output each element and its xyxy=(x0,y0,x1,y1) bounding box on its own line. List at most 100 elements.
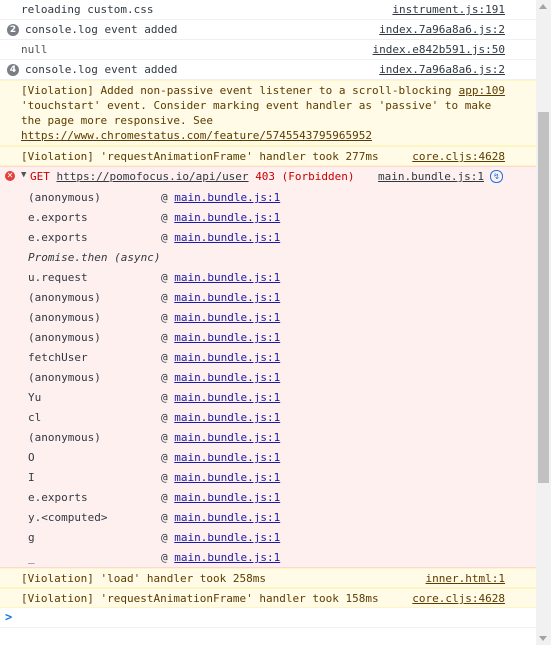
frame-function-name: u.request xyxy=(28,271,88,284)
frame-source-link[interactable]: main.bundle.js:1 xyxy=(174,391,280,404)
frame-function-name: cl xyxy=(28,411,42,424)
request-url-link[interactable]: https://pomofocus.io/api/user xyxy=(57,170,249,183)
frame-source-link[interactable]: main.bundle.js:1 xyxy=(174,311,280,324)
console-prompt[interactable]: > xyxy=(0,608,536,628)
repeat-count-badge: 2 xyxy=(7,24,19,36)
violation-warning-row: [Violation] 'load' handler took 258ms in… xyxy=(0,568,536,588)
frame-location: @ main.bundle.js:1 xyxy=(161,211,280,224)
source-link[interactable]: index.7a96a8a6.js:2 xyxy=(379,23,505,36)
vertical-scrollbar[interactable] xyxy=(536,0,551,645)
frame-source-link[interactable]: main.bundle.js:1 xyxy=(174,191,280,204)
violation-warning-row: [Violation] 'requestAnimationFrame' hand… xyxy=(0,588,536,608)
error-text: GET https://pomofocus.io/api/user 403 (F… xyxy=(30,170,355,183)
stack-frame: g @ main.bundle.js:1 xyxy=(0,527,536,547)
frame-location: @ main.bundle.js:1 xyxy=(161,271,280,284)
frame-function-name: fetchUser xyxy=(28,351,88,364)
frame-source-link[interactable]: main.bundle.js:1 xyxy=(174,371,280,384)
stack-frame: O @ main.bundle.js:1 xyxy=(0,447,536,467)
console-panel[interactable]: reloading custom.css instrument.js:191 2… xyxy=(0,0,536,645)
frame-source-link[interactable]: main.bundle.js:1 xyxy=(174,231,280,244)
stack-frame: (anonymous) @ main.bundle.js:1 xyxy=(0,427,536,447)
at-sign: @ xyxy=(161,391,168,404)
frame-function-name: (anonymous) xyxy=(28,431,101,444)
frame-source-link[interactable]: main.bundle.js:1 xyxy=(174,351,280,364)
repeat-count-badge: 4 xyxy=(7,64,19,76)
violation-text: [Violation] Added non-passive event list… xyxy=(21,83,509,143)
stack-frame: (anonymous) @ main.bundle.js:1 xyxy=(0,367,536,387)
at-sign: @ xyxy=(161,451,168,464)
scroll-up-arrow-icon[interactable] xyxy=(539,4,547,9)
frame-function-name: Yu xyxy=(28,391,42,404)
frame-source-link[interactable]: main.bundle.js:1 xyxy=(174,451,280,464)
at-sign: @ xyxy=(161,271,168,284)
stack-frame: (anonymous) @ main.bundle.js:1 xyxy=(0,327,536,347)
frame-source-link[interactable]: main.bundle.js:1 xyxy=(174,471,280,484)
violation-warning-row: [Violation] 'requestAnimationFrame' hand… xyxy=(0,146,536,166)
at-sign: @ xyxy=(161,471,168,484)
source-link[interactable]: core.cljs:4628 xyxy=(412,592,505,605)
frame-location: @ main.bundle.js:1 xyxy=(161,551,280,564)
stack-frame: cl @ main.bundle.js:1 xyxy=(0,407,536,427)
frame-source-link[interactable]: main.bundle.js:1 xyxy=(174,491,280,504)
log-message-row: reloading custom.css instrument.js:191 xyxy=(0,0,536,20)
stack-frame: e.exports @ main.bundle.js:1 xyxy=(0,487,536,507)
frame-source-link[interactable]: main.bundle.js:1 xyxy=(174,331,280,344)
at-sign: @ xyxy=(161,431,168,444)
frame-function-name: (anonymous) xyxy=(28,331,101,344)
source-link[interactable]: index.e842b591.js:50 xyxy=(373,43,505,56)
source-link[interactable]: core.cljs:4628 xyxy=(412,150,505,163)
at-sign: @ xyxy=(161,191,168,204)
log-message-row: 2 console.log event added index.7a96a8a6… xyxy=(0,20,536,40)
frame-source-link[interactable]: main.bundle.js:1 xyxy=(174,411,280,424)
at-sign: @ xyxy=(161,411,168,424)
source-link[interactable]: app:109 xyxy=(459,83,505,98)
frame-source-link[interactable]: main.bundle.js:1 xyxy=(174,531,280,544)
source-link[interactable]: index.7a96a8a6.js:2 xyxy=(379,63,505,76)
violation-text: [Violation] 'requestAnimationFrame' hand… xyxy=(21,592,379,605)
log-text: console.log event added xyxy=(25,63,178,76)
scroll-down-arrow-icon[interactable] xyxy=(539,636,547,641)
log-message-row: null index.e842b591.js:50 xyxy=(0,40,536,60)
status-text: 403 (Forbidden) xyxy=(255,170,355,183)
frame-source-link[interactable]: main.bundle.js:1 xyxy=(174,431,280,444)
error-message-group: ✕ ▼ GET https://pomofocus.io/api/user 40… xyxy=(0,166,536,568)
network-request-icon[interactable]: ↯ xyxy=(490,170,503,183)
frame-source-link[interactable]: main.bundle.js:1 xyxy=(174,211,280,224)
violation-text: [Violation] 'requestAnimationFrame' hand… xyxy=(21,150,379,163)
scrollbar-thumb[interactable] xyxy=(538,112,549,483)
stack-frame: e.exports @ main.bundle.js:1 xyxy=(0,227,536,247)
error-header[interactable]: ✕ ▼ GET https://pomofocus.io/api/user 40… xyxy=(0,167,536,187)
frame-location: @ main.bundle.js:1 xyxy=(161,191,280,204)
stack-frame: (anonymous) @ main.bundle.js:1 xyxy=(0,307,536,327)
frame-function-name: e.exports xyxy=(28,491,88,504)
at-sign: @ xyxy=(161,291,168,304)
violation-warning-row: [Violation] Added non-passive event list… xyxy=(0,80,536,146)
frame-location: @ main.bundle.js:1 xyxy=(161,411,280,424)
stack-frame: y.<computed> @ main.bundle.js:1 xyxy=(0,507,536,527)
frame-function-name: (anonymous) xyxy=(28,191,101,204)
stack-frame: e.exports @ main.bundle.js:1 xyxy=(0,207,536,227)
frame-function-name: I xyxy=(28,471,35,484)
frame-location: @ main.bundle.js:1 xyxy=(161,391,280,404)
source-link[interactable]: inner.html:1 xyxy=(426,572,505,585)
frame-location: @ main.bundle.js:1 xyxy=(161,371,280,384)
stack-frame: Promise.then (async) xyxy=(0,247,536,267)
frame-source-link[interactable]: main.bundle.js:1 xyxy=(174,291,280,304)
frame-location: @ main.bundle.js:1 xyxy=(161,351,280,364)
frame-location: @ main.bundle.js:1 xyxy=(161,331,280,344)
stack-trace: (anonymous) @ main.bundle.js:1 e.exports @ … xyxy=(0,187,536,567)
frame-location: @ main.bundle.js:1 xyxy=(161,451,280,464)
chromestatus-link[interactable]: https://www.chromestatus.com/feature/574… xyxy=(21,129,372,142)
at-sign: @ xyxy=(161,531,168,544)
triangle-down-icon[interactable]: ▼ xyxy=(21,170,26,180)
frame-source-link[interactable]: main.bundle.js:1 xyxy=(174,511,280,524)
at-sign: @ xyxy=(161,211,168,224)
source-link[interactable]: main.bundle.js:1 xyxy=(378,170,484,183)
log-text: reloading custom.css xyxy=(21,3,154,16)
source-link[interactable]: instrument.js:191 xyxy=(392,3,505,16)
at-sign: @ xyxy=(161,351,168,364)
frame-source-link[interactable]: main.bundle.js:1 xyxy=(174,551,280,564)
frame-function-name: (anonymous) xyxy=(28,311,101,324)
log-message-row: 4 console.log event added index.7a96a8a6… xyxy=(0,60,536,80)
frame-source-link[interactable]: main.bundle.js:1 xyxy=(174,271,280,284)
